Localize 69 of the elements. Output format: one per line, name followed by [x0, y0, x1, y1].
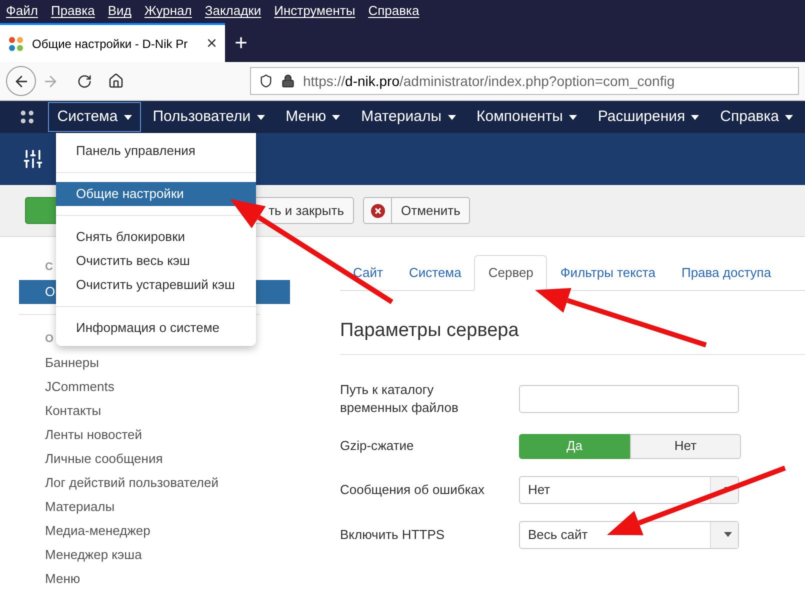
dropdown-item[interactable]: Очистить весь кэш [56, 249, 256, 273]
caret-icon [332, 114, 340, 120]
settings-tab[interactable]: Фильтры текста [547, 255, 668, 291]
field-label: Включить HTTPS [340, 526, 446, 544]
sidebar-item[interactable]: Личные сообщения [19, 447, 260, 471]
home-icon[interactable] [108, 73, 124, 89]
caret-icon [256, 114, 265, 120]
new-tab-button[interactable]: + [225, 26, 257, 58]
settings-tab[interactable]: Сайт [340, 255, 396, 291]
dropdown-item[interactable]: Снять блокировки [56, 225, 256, 249]
address-field[interactable]: https://d-nik.pro/administrator/index.php?option=com_config [250, 67, 799, 95]
menu-item[interactable]: Журнал [144, 1, 192, 21]
logo-icon [20, 108, 34, 126]
lock-icon [281, 74, 295, 88]
menu-item[interactable]: Вид [108, 1, 132, 21]
field-label: Путь к каталогу временных файлов [340, 380, 460, 416]
sidebar-heading: С [45, 260, 53, 275]
sidebar-item[interactable]: Ленты новостей [19, 423, 260, 447]
input-field[interactable] [519, 384, 739, 412]
shield-icon [259, 74, 273, 88]
toggle-option[interactable]: Нет [630, 434, 741, 458]
sidebar-item[interactable]: Материалы [19, 495, 260, 519]
dropdown-item[interactable]: Информация о системе [56, 316, 256, 340]
caret-icon [785, 114, 793, 120]
dropdown-item[interactable]: Очистить устаревший кэш [56, 273, 256, 297]
menu-item[interactable]: Правка [50, 1, 95, 21]
section-title: Параметры сервера [340, 317, 805, 354]
settings-tab[interactable]: Права доступа [668, 255, 784, 291]
menu-item[interactable]: Закладки [204, 1, 262, 21]
sidebar-item[interactable]: Баннеры [19, 351, 260, 375]
settings-tab[interactable]: Система [396, 255, 474, 291]
sidebar-heading: О [45, 332, 54, 346]
nav-menu-item[interactable]: Компоненты [468, 102, 586, 132]
menu-item[interactable]: Инструменты [274, 1, 356, 21]
dropdown-item[interactable]: Панель управления [56, 139, 256, 163]
sidebar-item[interactable]: Лог действий пользователей [19, 471, 260, 495]
caret-icon [568, 114, 577, 120]
sidebar-item[interactable]: Меню [19, 567, 260, 590]
field-label: Gzip-сжатие [340, 437, 415, 455]
sidebar-item[interactable]: Контакты [19, 399, 260, 423]
close-icon [370, 204, 384, 218]
url-text: https://d-nik.pro/administrator/index.php?option=com_config [303, 72, 675, 91]
back-button[interactable] [6, 66, 36, 96]
nav-menu-item[interactable]: Расширения [588, 102, 708, 132]
nav-menu-item[interactable]: Система [48, 102, 141, 132]
sidebar-item[interactable]: JComments [19, 375, 260, 399]
nav-menu-item[interactable]: Материалы [352, 102, 464, 132]
caret-icon [124, 114, 132, 120]
nav-menu-item[interactable]: Пользователи [144, 102, 274, 132]
cancel-button[interactable]: Отменить [363, 197, 470, 224]
caret-icon [691, 114, 700, 120]
settings-tab[interactable]: Сервер [474, 255, 548, 291]
menu-item[interactable]: Файл [6, 1, 38, 21]
field-label: Сообщения об ошибках [340, 480, 486, 498]
tab-close-button[interactable]: × [206, 30, 217, 57]
caret-icon [724, 532, 732, 537]
sidebar-item[interactable]: Медиа-менеджер [19, 519, 260, 543]
nav-menu-item[interactable]: Меню [276, 102, 350, 132]
sidebar-item[interactable]: Менеджер кэша [19, 543, 260, 567]
tab-title: Общие настройки - D-Nik Pr [32, 36, 189, 52]
select-field[interactable]: Весь сайт [519, 520, 739, 548]
menu-item[interactable]: Справка [368, 1, 420, 21]
dropdown-item[interactable]: Общие настройки [56, 182, 256, 206]
reload-icon[interactable] [77, 74, 92, 88]
settings-icon [22, 148, 44, 170]
caret-icon [448, 114, 456, 120]
browser-tab[interactable]: Общие настройки - D-Nik Pr × [0, 23, 225, 62]
nav-menu-item[interactable]: Справка [711, 102, 802, 132]
logo-icon [8, 36, 24, 52]
